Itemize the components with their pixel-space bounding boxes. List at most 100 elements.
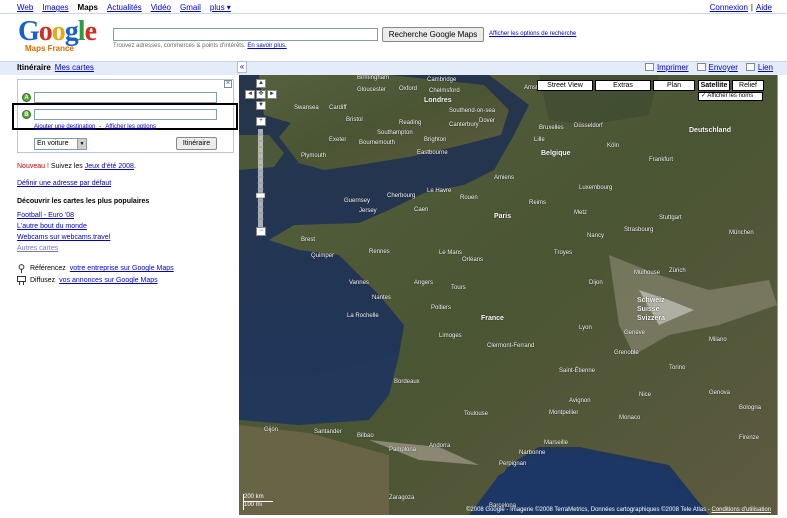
pan-down-button[interactable]: ▼: [256, 101, 266, 110]
permalink-link[interactable]: Lien: [758, 63, 773, 72]
place-label: Poitiers: [431, 305, 452, 311]
place-label: Le Mans: [439, 250, 463, 256]
map-scale: 200 km 100 mi: [243, 494, 273, 510]
chain-link-icon: [745, 63, 755, 71]
travel-mode-value: En voiture: [37, 140, 69, 147]
satellite-imagery[interactable]: [239, 75, 777, 515]
search-options-link[interactable]: Afficher les options de recherche: [489, 31, 576, 37]
place-label: Firenze: [739, 435, 760, 441]
ads-link[interactable]: vos annonces sur Google Maps: [59, 277, 157, 284]
nav-link-images[interactable]: Images: [42, 3, 68, 12]
send-link[interactable]: Envoyer: [709, 63, 738, 72]
map-pin-icon: [18, 264, 25, 273]
place-label: Pamplona: [389, 447, 417, 453]
zoom-out-button[interactable]: −: [256, 227, 266, 236]
place-label: Zürich: [669, 268, 686, 274]
place-label: Saint-Étienne: [559, 368, 596, 374]
place-label: Oxford: [399, 86, 418, 92]
service-links: Web Images Maps Actualités Vidéo Gmail p…: [17, 3, 231, 12]
popular-map-link[interactable]: L'autre bout du monde: [17, 221, 110, 232]
nav-link-more[interactable]: plus ▾: [210, 3, 231, 12]
google-maps-logo[interactable]: Google Maps France: [18, 18, 108, 54]
place-label: Eastbourne: [417, 150, 448, 156]
place-label: Vannes: [349, 280, 369, 286]
top-navigation: Web Images Maps Actualités Vidéo Gmail p…: [0, 0, 787, 14]
search-button[interactable]: Recherche Google Maps: [382, 27, 484, 42]
close-icon[interactable]: ×: [224, 80, 232, 88]
tab-mes-cartes[interactable]: Mes cartes: [55, 63, 94, 72]
print-link[interactable]: Imprimer: [657, 63, 689, 72]
printer-icon: [644, 63, 654, 71]
place-label: Tours: [451, 285, 466, 291]
place-label: Montpellier: [549, 410, 579, 416]
panel-tabs: Itinéraire Mes cartes: [17, 63, 94, 72]
link-action[interactable]: Lien: [745, 63, 773, 72]
map-type-relief[interactable]: Relief: [732, 80, 764, 91]
learn-more-link[interactable]: En savoir plus.: [247, 43, 286, 49]
map-type-satellite[interactable]: Satellite: [698, 80, 730, 91]
tab-itineraire[interactable]: Itinéraire: [17, 63, 51, 72]
place-label: Bristol: [346, 117, 363, 123]
place-label: Genève: [624, 330, 646, 336]
place-label: Clermont-Ferrand: [487, 343, 535, 349]
place-label: Mulhouse: [634, 270, 661, 276]
pan-up-button[interactable]: ▲: [256, 79, 266, 88]
print-action[interactable]: Imprimer: [644, 63, 689, 72]
news-text: Suivez les: [50, 163, 83, 170]
place-label: Luxembourg: [579, 185, 613, 191]
place-label: Bordeaux: [394, 379, 420, 385]
place-label: Lille: [534, 137, 545, 143]
place-label: Londres: [424, 97, 452, 104]
help-link[interactable]: Aide: [756, 3, 772, 12]
place-label: Rennes: [369, 249, 390, 255]
account-links-separator: |: [750, 3, 753, 12]
default-address-link[interactable]: Définir une adresse par défaut: [17, 180, 111, 187]
travel-mode-select[interactable]: En voiture ▼: [34, 138, 87, 150]
pan-right-button[interactable]: ►: [267, 90, 277, 99]
place-label: Rouen: [460, 195, 478, 201]
nav-link-gmail[interactable]: Gmail: [180, 3, 201, 12]
map-copyright: ©2008 Google - Imagerie ©2008 TerraMetri…: [466, 507, 771, 513]
extras-button[interactable]: Extras: [595, 80, 651, 91]
more-maps-link[interactable]: Autres cartes: [17, 243, 110, 254]
new-badge: Nouveau !: [17, 163, 49, 170]
show-options-link[interactable]: Afficher les options: [105, 124, 156, 130]
show-labels-checkbox[interactable]: ✓ Afficher les noms: [698, 92, 763, 101]
place-label: Perpignan: [499, 461, 527, 467]
nav-link-video[interactable]: Vidéo: [151, 3, 171, 12]
place-label: France: [481, 315, 504, 322]
zoom-in-button[interactable]: +: [256, 117, 266, 126]
start-address-input[interactable]: [34, 92, 217, 103]
nav-link-actualites[interactable]: Actualités: [107, 3, 142, 12]
send-action[interactable]: Envoyer: [696, 63, 738, 72]
place-label: Frankfurt: [649, 157, 674, 163]
place-label: Birmingham: [357, 75, 390, 81]
map-right-border: [777, 75, 778, 515]
pan-left-button[interactable]: ◄: [245, 90, 255, 99]
business-listing-link[interactable]: votre entreprise sur Google Maps: [70, 265, 174, 272]
place-label: Schweiz: [637, 297, 665, 304]
place-label: Stuttgart: [659, 215, 682, 221]
place-label: Southampton: [377, 130, 413, 136]
satellite-map[interactable]: Birmingham Gloucester Oxford Chelmsford …: [239, 75, 777, 515]
sign-in-link[interactable]: Connexion: [710, 3, 748, 12]
nav-link-web[interactable]: Web: [17, 3, 33, 12]
add-destination-link[interactable]: Ajouter une destination: [34, 124, 95, 130]
place-label: Svizzera: [637, 315, 666, 322]
news-end: .: [133, 163, 136, 170]
olympics-link[interactable]: Jeux d'été 2008: [85, 163, 134, 170]
street-view-button[interactable]: Street View: [537, 80, 593, 91]
popular-map-link[interactable]: Webcams sur webcams.travel: [17, 232, 110, 243]
popular-map-link[interactable]: Football - Euro '08: [17, 210, 110, 221]
logo-word: Google: [18, 16, 97, 47]
pan-center-button[interactable]: ✥: [256, 90, 266, 99]
terms-link[interactable]: Conditions d'utilisation: [711, 507, 771, 513]
collapse-panel-button[interactable]: «: [237, 61, 247, 73]
get-directions-button[interactable]: Itinéraire: [176, 137, 217, 150]
place-label: Düsseldorf: [574, 123, 603, 129]
map-type-plan[interactable]: Plan: [653, 80, 695, 91]
place-label: Nancy: [587, 233, 605, 239]
zoom-slider[interactable]: [256, 129, 265, 227]
search-input[interactable]: [113, 28, 378, 41]
place-label: Angers: [414, 280, 434, 286]
